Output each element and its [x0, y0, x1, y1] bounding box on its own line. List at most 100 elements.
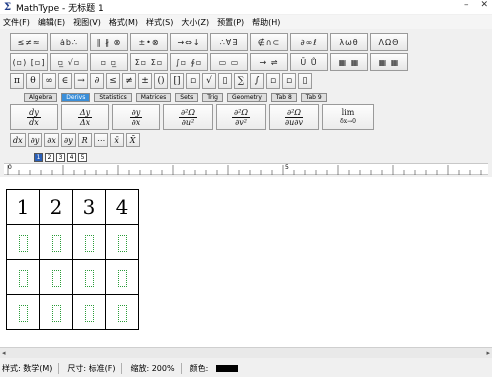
- plus-minus-button[interactable]: ±: [138, 73, 152, 89]
- empty-slot[interactable]: [84, 270, 94, 287]
- empty-slot[interactable]: [18, 270, 28, 287]
- matrix-cell[interactable]: 3: [72, 189, 106, 225]
- tab-8[interactable]: Tab 8: [270, 93, 297, 102]
- partial-button[interactable]: ∂: [90, 73, 104, 89]
- menu-edit[interactable]: 编辑(E): [38, 17, 69, 28]
- matrix-cell[interactable]: [6, 224, 40, 260]
- ruler[interactable]: 0 5: [4, 163, 488, 175]
- spaces-palette-button[interactable]: ȧb∴: [50, 33, 88, 51]
- menu-format[interactable]: 格式(M): [109, 17, 142, 28]
- greek-lower-palette-button[interactable]: λωθ: [330, 33, 368, 51]
- matrix-button[interactable]: ▯: [298, 73, 312, 89]
- equation-editor-area[interactable]: 1 2 3 4: [0, 177, 492, 347]
- menu-view[interactable]: 视图(V): [73, 17, 105, 28]
- menu-preferences[interactable]: 预置(P): [217, 17, 248, 28]
- not-equal-button[interactable]: ≠: [122, 73, 136, 89]
- mixed-partial-template-button[interactable]: ∂²Ω ∂u∂v: [269, 104, 319, 130]
- products-palette-button[interactable]: Ū Ů: [290, 53, 328, 71]
- ellipsis-button[interactable]: ⋯: [93, 133, 108, 147]
- empty-slot[interactable]: [117, 235, 127, 252]
- minimize-icon[interactable]: –: [464, 0, 469, 10]
- empty-slot[interactable]: [84, 305, 94, 322]
- delta-template-button[interactable]: Δy Δx: [61, 104, 109, 130]
- sums-palette-button[interactable]: Σ▫ Σ▫: [130, 53, 168, 71]
- fraction-button[interactable]: ▫: [186, 73, 200, 89]
- scroll-left-icon[interactable]: ◂: [2, 349, 6, 357]
- arrows-palette-button[interactable]: →⇔↓: [170, 33, 208, 51]
- tab-algebra[interactable]: Algebra: [24, 93, 58, 102]
- empty-slot[interactable]: [51, 305, 61, 322]
- size-1-button[interactable]: 1: [34, 153, 43, 162]
- empty-slot[interactable]: [117, 270, 127, 287]
- horizontal-scrollbar[interactable]: ◂ ▸: [0, 347, 492, 358]
- boxes-palette-button[interactable]: ▦ ▦: [370, 53, 408, 71]
- scroll-right-icon[interactable]: ▸: [486, 349, 490, 357]
- matrix-cell[interactable]: 4: [105, 189, 139, 225]
- fences-palette-button[interactable]: (▫) [▫]: [10, 53, 48, 71]
- matrices-palette-button[interactable]: ▦ ▦: [330, 53, 368, 71]
- tab-9[interactable]: Tab 9: [300, 93, 327, 102]
- tab-statistics[interactable]: Statistics: [94, 93, 132, 102]
- matrix-cell[interactable]: [39, 224, 73, 260]
- infinity-button[interactable]: ∞: [42, 73, 56, 89]
- element-of-button[interactable]: ∈: [58, 73, 72, 89]
- partial-y-button[interactable]: ∂y: [27, 133, 43, 147]
- tab-geometry[interactable]: Geometry: [226, 93, 267, 102]
- arrow-template-button[interactable]: ▫: [282, 73, 296, 89]
- sqrt-button[interactable]: √: [202, 73, 216, 89]
- partial-x-button[interactable]: ∂x: [44, 133, 59, 147]
- derivative-template-button[interactable]: dy dx: [10, 104, 58, 130]
- empty-slot[interactable]: [51, 235, 61, 252]
- matrix[interactable]: 1 2 3 4: [6, 189, 139, 330]
- matrix-cell[interactable]: [105, 224, 139, 260]
- fractions-palette-button[interactable]: ▫̲ √▫: [50, 53, 88, 71]
- second-partial-v-template-button[interactable]: ∂²Ω ∂v²: [216, 104, 266, 130]
- greek-upper-palette-button[interactable]: ΛΩΘ: [370, 33, 408, 51]
- close-icon[interactable]: ✕: [480, 0, 488, 10]
- menu-style[interactable]: 样式(S): [146, 17, 177, 28]
- matrix-cell[interactable]: 1: [6, 189, 40, 225]
- empty-slot[interactable]: [51, 270, 61, 287]
- partial-template-button[interactable]: ∂y ∂x: [112, 104, 160, 130]
- integrals-palette-button[interactable]: ∫▫ ∮▫: [170, 53, 208, 71]
- matrix-cell[interactable]: [72, 294, 106, 330]
- empty-slot[interactable]: [84, 235, 94, 252]
- subscript-button[interactable]: ▯: [218, 73, 232, 89]
- size-5-button[interactable]: 5: [78, 153, 87, 162]
- arrow-button[interactable]: →: [74, 73, 88, 89]
- matrix-cell[interactable]: [6, 259, 40, 295]
- menu-file[interactable]: 文件(F): [3, 17, 34, 28]
- empty-slot[interactable]: [18, 305, 28, 322]
- logic-palette-button[interactable]: ∴∀∃: [210, 33, 248, 51]
- menu-help[interactable]: 帮助(H): [252, 17, 284, 28]
- embellishments-palette-button[interactable]: ∥ ∦ ⊗: [90, 33, 128, 51]
- matrix-cell[interactable]: [105, 294, 139, 330]
- brackets-button[interactable]: []: [170, 73, 184, 89]
- matrix-cell[interactable]: [72, 259, 106, 295]
- overbar-button[interactable]: ▫: [266, 73, 280, 89]
- differential-button[interactable]: dx: [10, 133, 26, 147]
- tab-derivs[interactable]: Derivs: [61, 93, 91, 102]
- real-button[interactable]: R: [77, 133, 92, 147]
- sum-button[interactable]: ∑: [234, 73, 248, 89]
- less-equal-button[interactable]: ≤: [106, 73, 120, 89]
- matrix-cell[interactable]: [39, 259, 73, 295]
- pi-button[interactable]: π: [10, 73, 24, 89]
- matrix-cell[interactable]: [6, 294, 40, 330]
- scripts-palette-button[interactable]: ▫ ▫̲: [90, 53, 128, 71]
- tab-sets[interactable]: Sets: [175, 93, 199, 102]
- mean-upper-button[interactable]: X̄: [125, 133, 140, 147]
- labeled-arrows-palette-button[interactable]: → ⇌: [250, 53, 288, 71]
- integral-button[interactable]: ∫: [250, 73, 264, 89]
- theta-button[interactable]: θ: [26, 73, 40, 89]
- matrix-cell[interactable]: [39, 294, 73, 330]
- menu-size[interactable]: 大小(Z): [181, 17, 213, 28]
- tab-matrices[interactable]: Matrices: [135, 93, 172, 102]
- operators-palette-button[interactable]: ±•⊗: [130, 33, 168, 51]
- second-partial-u-template-button[interactable]: ∂²Ω ∂u²: [163, 104, 213, 130]
- size-4-button[interactable]: 4: [67, 153, 76, 162]
- empty-slot[interactable]: [117, 305, 127, 322]
- bars-palette-button[interactable]: ▭ ▭: [210, 53, 248, 71]
- parentheses-button[interactable]: (): [154, 73, 168, 89]
- partial-y2-button[interactable]: ∂y: [60, 133, 76, 147]
